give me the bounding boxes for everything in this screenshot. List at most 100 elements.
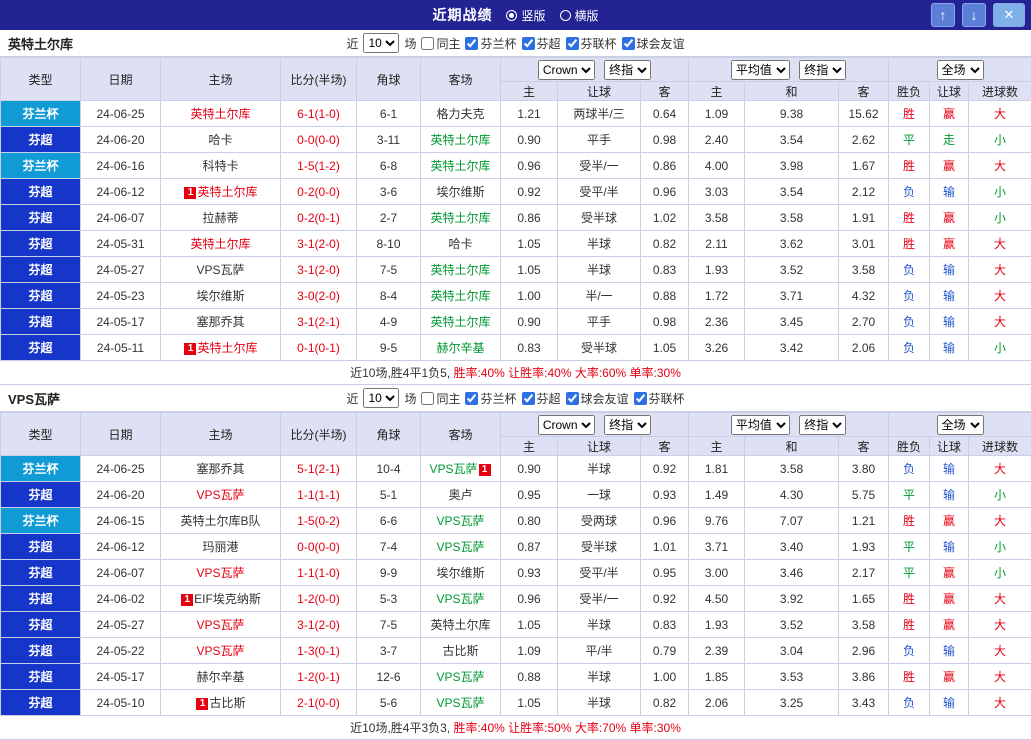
- home-team-name[interactable]: 塞那乔其: [196, 462, 244, 476]
- col-avg-draw: 和: [745, 82, 839, 101]
- bookmaker-select[interactable]: Crown: [538, 415, 595, 435]
- home-team-name[interactable]: VPS瓦萨: [196, 263, 244, 277]
- match-date: 24-06-15: [81, 508, 161, 534]
- league-filter[interactable]: 芬兰杯: [465, 35, 516, 52]
- league-checkbox[interactable]: [522, 37, 535, 50]
- col-avg-home: 主: [689, 437, 745, 456]
- away-team-name[interactable]: VPS瓦萨: [436, 670, 484, 684]
- league-checkbox[interactable]: [622, 37, 635, 50]
- summary-segment: 单率:30%: [626, 721, 681, 735]
- avg-draw: 7.07: [745, 508, 839, 534]
- home-team-name[interactable]: 古比斯: [209, 696, 245, 710]
- away-team-name[interactable]: VPS瓦萨: [429, 462, 477, 476]
- away-team-name[interactable]: 英特土尔库: [430, 315, 490, 329]
- away-team-name[interactable]: 埃尔维斯: [436, 185, 484, 199]
- avg-home: 3.03: [689, 179, 745, 205]
- league-checkbox[interactable]: [465, 392, 478, 405]
- average-time-select[interactable]: 终指: [799, 60, 846, 80]
- away-team-name[interactable]: VPS瓦萨: [436, 514, 484, 528]
- odds-time-select[interactable]: 终指: [604, 415, 651, 435]
- away-team-name[interactable]: 奥卢: [448, 488, 472, 502]
- close-button[interactable]: ✕: [993, 3, 1025, 27]
- home-team-name[interactable]: VPS瓦萨: [196, 566, 244, 580]
- fulltime-select[interactable]: 全场: [937, 415, 984, 435]
- home-team-name[interactable]: VPS瓦萨: [196, 644, 244, 658]
- average-time-select[interactable]: 终指: [799, 415, 846, 435]
- away-team-name[interactable]: 英特土尔库: [430, 618, 490, 632]
- away-team-name[interactable]: VPS瓦萨: [436, 540, 484, 554]
- league-checkbox[interactable]: [522, 392, 535, 405]
- league-filter[interactable]: 球会友谊: [566, 390, 629, 407]
- move-up-button[interactable]: ↑: [931, 3, 955, 27]
- home-team-name[interactable]: 埃尔维斯: [196, 289, 244, 303]
- away-team-name[interactable]: VPS瓦萨: [436, 592, 484, 606]
- away-team-name[interactable]: VPS瓦萨: [436, 696, 484, 710]
- match-score: 1-1(1-1): [281, 482, 357, 508]
- league-filter[interactable]: 芬超: [522, 35, 561, 52]
- result-handicap: 走: [930, 127, 969, 153]
- home-team-name[interactable]: 拉赫蒂: [202, 211, 238, 225]
- home-team-name[interactable]: EIF埃克纳斯: [194, 592, 261, 606]
- away-team-name[interactable]: 哈卡: [448, 237, 472, 251]
- average-select[interactable]: 平均值: [731, 415, 790, 435]
- home-team-name[interactable]: 塞那乔其: [196, 315, 244, 329]
- same-home-filter[interactable]: 同主: [421, 390, 460, 407]
- league-filter[interactable]: 芬联杯: [634, 390, 685, 407]
- home-team-name[interactable]: 英特土尔库: [197, 185, 257, 199]
- away-team-name[interactable]: 格力夫克: [436, 107, 484, 121]
- home-team-name[interactable]: 英特土尔库: [190, 107, 250, 121]
- away-team-name[interactable]: 英特土尔库: [430, 289, 490, 303]
- home-team-cell: VPS瓦萨: [161, 612, 281, 638]
- home-team-name[interactable]: 赫尔辛基: [196, 670, 244, 684]
- layout-horizontal-option[interactable]: 横版: [560, 7, 599, 24]
- stats-summary-2: 近10场,胜4平3负3, 胜率:40% 让胜率:50% 大率:70% 单率:30…: [0, 716, 1031, 740]
- home-team-name[interactable]: VPS瓦萨: [196, 488, 244, 502]
- league-checkbox[interactable]: [566, 392, 579, 405]
- bookmaker-select[interactable]: Crown: [538, 60, 595, 80]
- league-checkbox[interactable]: [465, 37, 478, 50]
- corner-score: 6-8: [357, 153, 421, 179]
- average-select-group: 平均值 终指: [689, 58, 889, 82]
- average-select[interactable]: 平均值: [731, 60, 790, 80]
- col-score: 比分(半场): [281, 58, 357, 101]
- avg-draw: 3.52: [745, 257, 839, 283]
- away-team-name[interactable]: 英特土尔库: [430, 263, 490, 277]
- home-team-name[interactable]: 科特卡: [202, 159, 238, 173]
- home-team-cell: 玛丽港: [161, 534, 281, 560]
- away-team-name[interactable]: 英特土尔库: [430, 211, 490, 225]
- league-filter[interactable]: 芬兰杯: [465, 390, 516, 407]
- avg-away: 2.96: [839, 638, 889, 664]
- home-team-name[interactable]: 玛丽港: [202, 540, 238, 554]
- home-team-name[interactable]: 英特土尔库: [197, 341, 257, 355]
- league-filter[interactable]: 芬联杯: [566, 35, 617, 52]
- same-home-checkbox[interactable]: [421, 392, 434, 405]
- home-team-name[interactable]: 哈卡: [208, 133, 232, 147]
- league-filter[interactable]: 芬超: [522, 390, 561, 407]
- away-team-name[interactable]: 英特土尔库: [430, 133, 490, 147]
- match-score: 1-1(1-0): [281, 560, 357, 586]
- away-team-name[interactable]: 埃尔维斯: [436, 566, 484, 580]
- away-team-name[interactable]: 古比斯: [442, 644, 478, 658]
- away-team-name[interactable]: 英特土尔库: [430, 159, 490, 173]
- away-team-name[interactable]: 赫尔辛基: [436, 341, 484, 355]
- same-home-checkbox[interactable]: [421, 37, 434, 50]
- home-team-name[interactable]: 英特土尔库: [190, 237, 250, 251]
- home-team-name[interactable]: VPS瓦萨: [196, 618, 244, 632]
- match-row: 芬兰杯24-06-25塞那乔其5-1(2-1)10-4VPS瓦萨10.90半球0…: [1, 456, 1031, 482]
- home-team-name[interactable]: 英特土尔库B队: [180, 514, 260, 528]
- league-filter[interactable]: 球会友谊: [622, 35, 685, 52]
- layout-vertical-option[interactable]: 竖版: [506, 7, 545, 24]
- match-date: 24-06-07: [81, 560, 161, 586]
- same-home-filter[interactable]: 同主: [421, 35, 460, 52]
- result-goals: 小: [969, 179, 1031, 205]
- league-checkbox[interactable]: [566, 37, 579, 50]
- odds-time-select[interactable]: 终指: [604, 60, 651, 80]
- league-checkbox[interactable]: [634, 392, 647, 405]
- recent-count-select[interactable]: 10: [363, 33, 399, 53]
- fulltime-select[interactable]: 全场: [937, 60, 984, 80]
- away-team-cell: VPS瓦萨1: [421, 456, 501, 482]
- summary-segment: 近10场,胜4平3负3,: [350, 721, 453, 735]
- move-down-button[interactable]: ↓: [962, 3, 986, 27]
- recent-count-select[interactable]: 10: [363, 388, 399, 408]
- result-goals: 大: [969, 153, 1031, 179]
